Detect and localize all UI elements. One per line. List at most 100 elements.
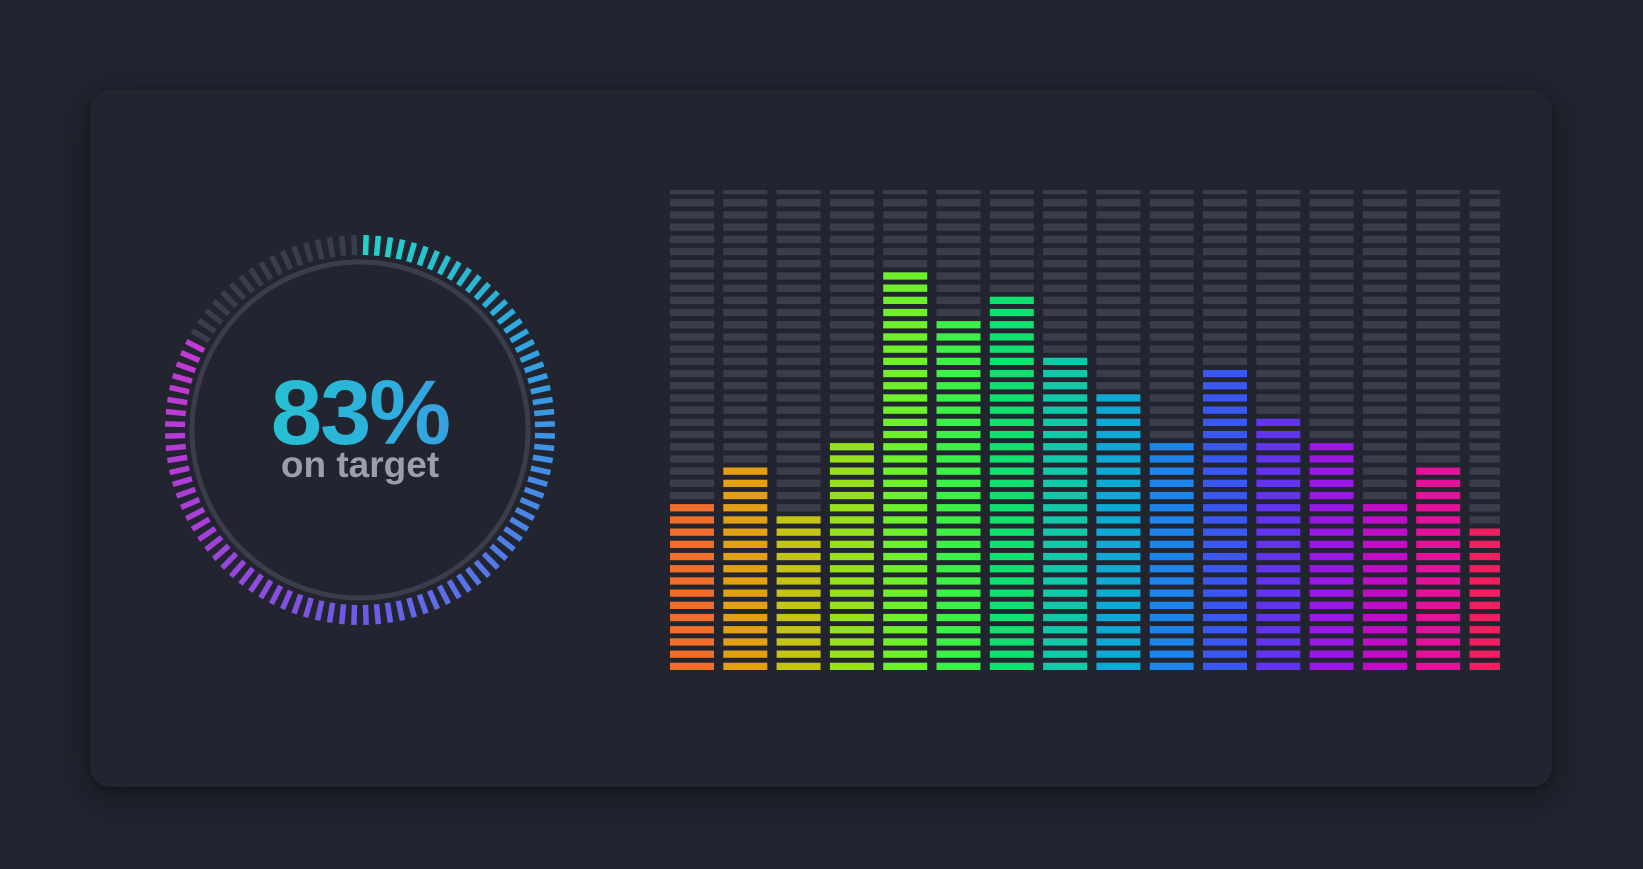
eq-segment-off — [1416, 382, 1461, 390]
eq-segment-on — [776, 638, 821, 646]
eq-segment-on — [776, 565, 821, 573]
eq-segment-on — [1256, 552, 1301, 561]
eq-segment-on — [1043, 589, 1088, 597]
eq-segment-off — [1203, 333, 1247, 341]
eq-segment-off — [1469, 467, 1500, 475]
eq-segment-off — [1149, 223, 1194, 231]
eq-segment-off — [1203, 357, 1247, 365]
eq-segment-off — [1203, 296, 1247, 304]
eq-segment-on — [1096, 504, 1141, 512]
eq-segment-on — [1149, 528, 1194, 536]
eq-segment-on — [1469, 662, 1500, 670]
eq-segment-on — [670, 504, 714, 512]
eq-segment-on — [883, 552, 928, 561]
eq-segment-off — [1362, 211, 1407, 219]
eq-segment-on — [1149, 613, 1194, 622]
eq-segment-off — [829, 223, 874, 231]
eq-segment-off — [1043, 223, 1088, 231]
eq-segment-on — [829, 552, 874, 561]
eq-segment-off — [1256, 394, 1301, 402]
eq-column-1 — [670, 190, 714, 670]
eq-segment-on — [1203, 577, 1247, 585]
eq-segment-on — [829, 516, 874, 524]
eq-segment-on — [883, 516, 928, 524]
eq-segment-off — [1203, 247, 1247, 256]
eq-segment-off — [1149, 430, 1194, 439]
eq-segment-on — [1043, 516, 1088, 524]
eq-segment-on — [936, 418, 981, 426]
eq-segment-off — [1309, 223, 1354, 231]
eq-segment-off — [829, 296, 874, 304]
eq-segment-off — [1203, 260, 1247, 268]
eq-segment-off — [1043, 260, 1088, 268]
eq-segment-off — [829, 357, 874, 365]
eq-segment-off — [1362, 418, 1407, 426]
eq-segment-on — [1256, 638, 1301, 646]
eq-segment-off — [936, 247, 981, 256]
eq-segment-on — [989, 601, 1034, 609]
eq-column-10 — [1149, 190, 1194, 670]
eq-segment-off — [723, 345, 768, 353]
eq-segment-off — [776, 357, 821, 365]
eq-segment-off — [670, 406, 714, 414]
eq-segment-off — [723, 443, 768, 451]
eq-segment-on — [1096, 601, 1141, 609]
eq-segment-on — [776, 662, 821, 670]
eq-segment-on — [1149, 650, 1194, 658]
eq-segment-off — [1149, 382, 1194, 390]
eq-segment-on — [1043, 491, 1088, 500]
eq-segment-on — [1362, 528, 1407, 536]
eq-segment-off — [670, 345, 714, 353]
eq-segment-off — [723, 272, 768, 280]
eq-segment-on — [776, 589, 821, 597]
eq-segment-on — [723, 577, 768, 585]
eq-segment-off — [883, 190, 928, 195]
eq-segment-off — [829, 235, 874, 243]
eq-segment-off — [829, 430, 874, 439]
eq-segment-off — [1096, 308, 1141, 317]
eq-segment-on — [989, 443, 1034, 451]
eq-segment-on — [1416, 540, 1461, 548]
eq-segment-off — [883, 211, 928, 219]
eq-segment-off — [1043, 308, 1088, 317]
eq-segment-off — [1149, 369, 1194, 378]
eq-segment-off — [1096, 211, 1141, 219]
eq-segment-off — [829, 211, 874, 219]
eq-segment-on — [1309, 613, 1354, 622]
eq-segment-off — [1469, 211, 1500, 219]
eq-segment-on — [1096, 418, 1141, 426]
eq-segment-on — [776, 528, 821, 536]
eq-segment-off — [1469, 504, 1500, 512]
eq-segment-on — [1043, 455, 1088, 463]
eq-segment-on — [829, 626, 874, 634]
eq-segment-on — [1043, 662, 1088, 670]
eq-segment-off — [1149, 296, 1194, 304]
eq-segment-off — [829, 369, 874, 378]
eq-segment-on — [1149, 516, 1194, 524]
eq-segment-off — [1043, 345, 1088, 353]
eq-segment-on — [776, 516, 821, 524]
eq-segment-on — [1203, 516, 1247, 524]
eq-segment-off — [936, 190, 981, 195]
eq-segment-off — [936, 296, 981, 304]
eq-segment-on — [989, 589, 1034, 597]
eq-segment-off — [723, 406, 768, 414]
eq-segment-off — [670, 321, 714, 329]
eq-segment-off — [1469, 357, 1500, 365]
eq-segment-on — [1256, 589, 1301, 597]
eq-segment-off — [1309, 369, 1354, 378]
eq-segment-on — [1203, 601, 1247, 609]
eq-segment-on — [1203, 565, 1247, 573]
eq-segment-off — [776, 260, 821, 268]
eq-segment-off — [1309, 308, 1354, 317]
eq-segment-on — [936, 333, 981, 341]
eq-segment-off — [670, 308, 714, 317]
eq-segment-off — [1096, 357, 1141, 365]
eq-segment-on — [1096, 516, 1141, 524]
eq-segment-on — [936, 552, 981, 561]
eq-segment-on — [1469, 601, 1500, 609]
eq-segment-on — [1043, 369, 1088, 378]
eq-segment-on — [989, 430, 1034, 439]
eq-segment-off — [1256, 272, 1301, 280]
eq-segment-on — [1043, 430, 1088, 439]
